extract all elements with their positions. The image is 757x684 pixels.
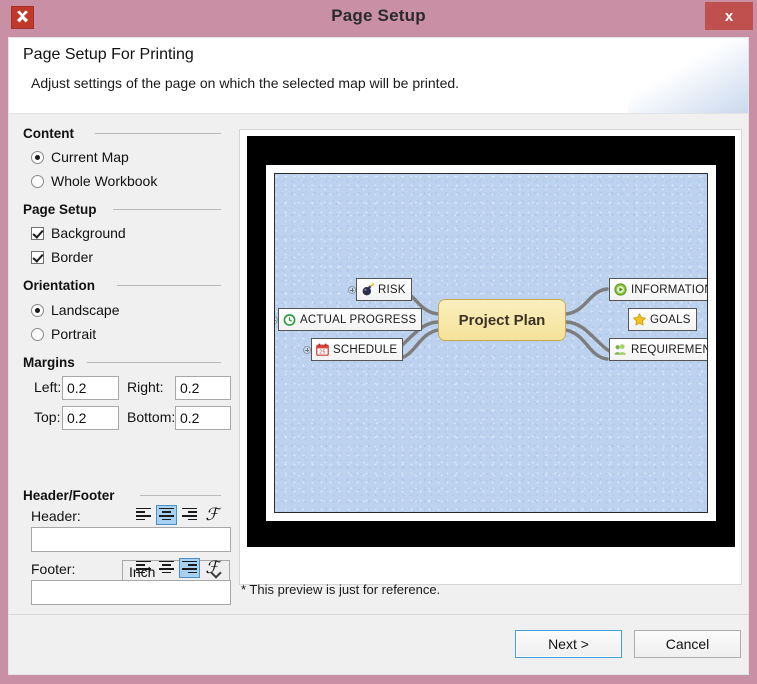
align-left-button-header[interactable] [133,505,154,525]
header-field-label: Header: [31,508,81,524]
map-node-risk[interactable]: RISK [356,278,412,301]
people-icon [613,343,627,357]
group-heading-content: Content [23,126,74,141]
print-preview-panel: RISK ACTUAL PROGRESS 25 SCHEDULE Project… [239,129,742,585]
radio-portrait[interactable]: Portrait [31,326,96,342]
map-central-label: Project Plan [458,311,546,329]
radio-whole-workbook[interactable]: Whole Workbook [31,173,157,189]
checkbox-indicator [31,226,44,240]
calendar-icon: 25 [315,343,329,357]
group-rule-orientation [117,285,221,286]
align-center-button-header[interactable] [156,505,177,525]
checkbox-label: Border [51,249,94,265]
map-node-requirements[interactable]: REQUIREMENTS [609,338,707,361]
header-font-button[interactable]: ℱ [202,505,222,525]
page-setup-dialog: Page Setup x Page Setup For Printing Adj… [0,0,757,684]
footer-text-input[interactable] [31,580,231,605]
dialog-button-bar: Next > Cancel [8,614,749,675]
star-icon [632,313,646,327]
group-heading-page-setup: Page Setup [23,202,97,217]
footer-font-button[interactable]: ℱ [202,558,222,578]
radio-label: Current Map [51,149,129,165]
margin-top-input[interactable]: 0.2 [62,406,119,430]
cancel-button[interactable]: Cancel [634,630,741,658]
margin-bottom-input[interactable]: 0.2 [175,406,231,430]
bomb-icon [360,283,374,297]
map-node-label: ACTUAL PROGRESS [300,313,417,326]
group-rule-margins [87,362,221,363]
footer-field-label: Footer: [31,561,76,577]
dialog-body: Content Current Map Whole Workbook Page … [8,114,749,614]
preview-backdrop: RISK ACTUAL PROGRESS 25 SCHEDULE Project… [247,136,735,547]
window-title: Page Setup [331,6,426,25]
header-text-input[interactable] [31,527,231,552]
clock-icon [282,313,296,327]
radio-indicator [31,303,44,317]
map-node-goals[interactable]: GOALS [628,308,697,331]
radio-indicator [31,327,44,341]
align-center-button-footer[interactable] [156,558,177,578]
header-alignment-group: ℱ [133,505,222,525]
map-node-information[interactable]: INFORMATION [609,278,708,301]
map-node-label: SCHEDULE [333,343,398,356]
map-node-label: RISK [378,283,406,296]
align-right-button-header[interactable] [179,505,200,525]
map-node-schedule[interactable]: 25 SCHEDULE [311,338,404,361]
group-rule-header-footer [140,495,221,496]
align-left-icon [136,507,151,522]
margin-right-label: Right: [127,379,164,395]
map-node-central[interactable]: Project Plan [438,299,566,341]
header-subtitle: Adjust settings of the page on which the… [31,75,460,91]
map-node-actual-progress[interactable]: ACTUAL PROGRESS [278,308,423,331]
expand-toggle-schedule[interactable] [303,346,311,354]
checkbox-indicator [31,250,44,264]
group-heading-header-footer: Header/Footer [23,488,115,503]
group-rule-content [95,133,221,134]
align-center-icon [159,507,174,522]
align-right-icon [182,560,197,575]
close-button[interactable]: x [705,2,753,30]
radio-label: Landscape [51,302,120,318]
align-left-icon [136,560,151,575]
group-heading-margins: Margins [23,355,75,370]
radio-current-map[interactable]: Current Map [31,149,129,165]
map-node-label: INFORMATION [631,283,708,296]
radio-label: Whole Workbook [51,173,158,189]
align-right-button-footer[interactable] [179,558,200,578]
margin-top-label: Top: [34,409,61,425]
margin-bottom-label: Bottom: [127,409,176,425]
map-node-label: GOALS [650,313,691,326]
align-right-icon [182,507,197,522]
map-node-label: REQUIREMENTS [631,343,707,356]
align-center-icon [159,560,174,575]
preview-note: * This preview is just for reference. [241,582,441,597]
title-bar: Page Setup x [0,0,757,37]
svg-text:25: 25 [319,350,325,356]
footer-alignment-group: ℱ [133,558,222,578]
checkbox-label: Background [51,225,126,241]
dialog-header: Page Setup For Printing Adjust settings … [8,37,749,114]
group-heading-orientation: Orientation [23,278,96,293]
expand-toggle-risk[interactable] [348,286,356,294]
play-circle-icon [613,283,627,297]
header-title: Page Setup For Printing [23,46,194,63]
align-left-button-footer[interactable] [133,558,154,578]
radio-landscape[interactable]: Landscape [31,302,120,318]
mind-map-canvas: RISK ACTUAL PROGRESS 25 SCHEDULE Project… [274,173,708,513]
checkbox-background[interactable]: Background [31,225,126,241]
radio-indicator [31,150,44,164]
next-button[interactable]: Next > [515,630,622,658]
radio-indicator [31,174,44,188]
margin-left-label: Left: [34,379,62,395]
settings-panel: Content Current Map Whole Workbook Page … [9,114,231,614]
margin-left-input[interactable]: 0.2 [62,376,119,400]
radio-label: Portrait [51,326,97,342]
header-decoration [628,38,748,113]
checkbox-border[interactable]: Border [31,249,93,265]
preview-page: RISK ACTUAL PROGRESS 25 SCHEDULE Project… [266,165,716,521]
margin-right-input[interactable]: 0.2 [175,376,231,400]
group-rule-page-setup [113,209,221,210]
